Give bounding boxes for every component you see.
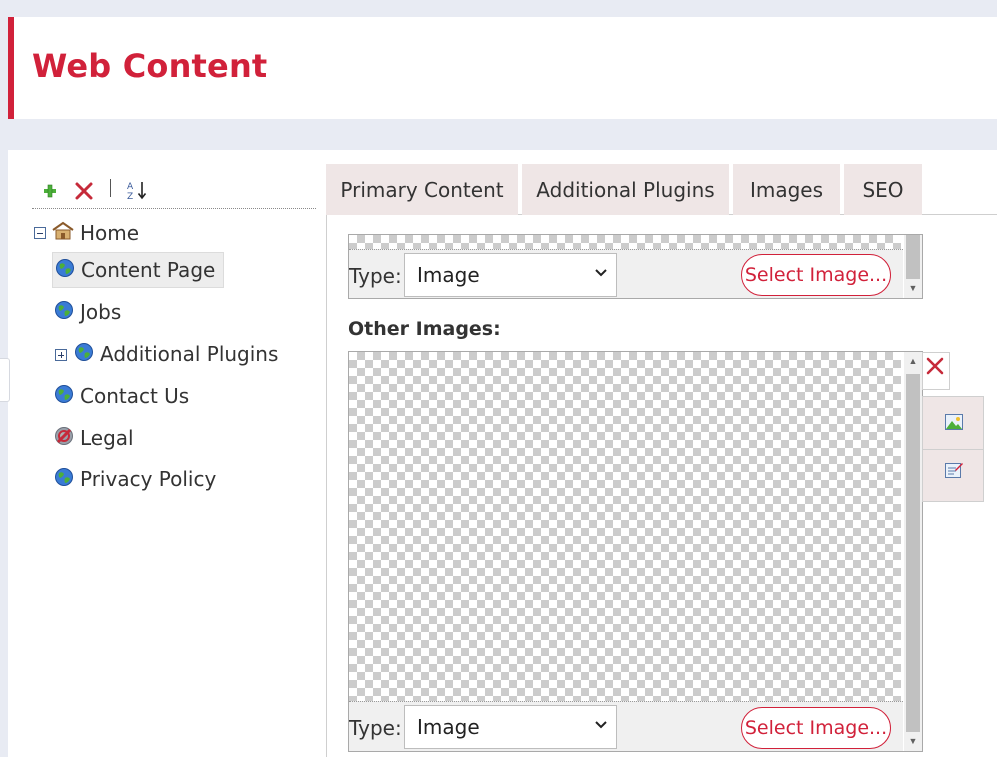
type-label: Type: (349, 716, 402, 740)
tab-additional-plugins[interactable]: Additional Plugins (522, 164, 729, 215)
tree-node-legal[interactable]: Legal (54, 421, 134, 455)
page-header: Web Content (8, 17, 997, 119)
tree-node-jobs[interactable]: Jobs (54, 295, 121, 329)
scroll-up-arrow-icon[interactable]: ▲ (904, 356, 922, 366)
other-images-scrollbar[interactable]: ▲ ▼ (904, 352, 922, 751)
chevron-down-icon (594, 266, 608, 284)
tree-toolbar: A Z (32, 175, 316, 209)
scroll-down-arrow-icon[interactable]: ▼ (904, 736, 922, 746)
tree-node-content-page[interactable]: Content Page (52, 252, 225, 288)
globe-icon (55, 258, 75, 283)
tree-node-additional-plugins[interactable]: Additional Plugins (74, 337, 278, 371)
other-images-preview (349, 352, 901, 701)
globe-icon (54, 384, 74, 409)
globe-icon (54, 467, 74, 492)
tree-node-label: Legal (80, 426, 134, 450)
image-icon[interactable] (944, 412, 964, 432)
tree-node-privacy-policy[interactable]: Privacy Policy (54, 462, 216, 496)
tab-seo[interactable]: SEO (844, 164, 922, 215)
tree-node-label: Privacy Policy (80, 467, 217, 491)
globe-disabled-icon (54, 426, 74, 451)
tree-node-label: Additional Plugins (100, 342, 279, 366)
tree-node-label: Jobs (80, 300, 122, 324)
sort-glyph-a: A (127, 182, 134, 192)
delete-image-button[interactable] (922, 352, 950, 390)
scrollbar-thumb[interactable] (906, 374, 920, 732)
tab-images[interactable]: Images (733, 164, 840, 215)
tree-node-home[interactable]: Home (52, 216, 139, 250)
edit-icon[interactable] (944, 460, 964, 480)
scroll-down-arrow-icon[interactable]: ▼ (904, 283, 922, 293)
primary-image-footer: Type: Image Select Image... (349, 249, 903, 298)
globe-icon (74, 342, 94, 367)
chevron-down-icon (594, 718, 608, 736)
close-icon[interactable] (74, 179, 94, 201)
tree-collapse-home[interactable] (34, 227, 46, 239)
type-select-value: Image (417, 263, 480, 287)
toolbar-separator (110, 179, 111, 197)
tree-node-label: Contact Us (80, 384, 190, 408)
tree-node-label: Content Page (81, 258, 216, 282)
primary-image-panel: Type: Image Select Image... ▼ (348, 234, 923, 299)
globe-icon (54, 300, 74, 325)
image-side-tools (922, 396, 984, 502)
side-tools-divider (923, 449, 983, 450)
plus-icon[interactable] (40, 179, 60, 201)
other-images-footer: Type: Image Select Image... (349, 701, 903, 751)
tree-node-label: Home (80, 221, 140, 245)
other-images-label: Other Images: (348, 318, 501, 340)
primary-image-type-select[interactable]: Image (404, 253, 617, 297)
sidebar-toggle-handle[interactable] (0, 358, 10, 402)
primary-image-preview (349, 235, 901, 249)
other-images-panel: Type: Image Select Image... ▲ ▼ (348, 351, 923, 752)
sort-az-icon[interactable]: A Z (126, 179, 150, 202)
sort-glyph-z: Z (127, 192, 133, 201)
type-select-value: Image (417, 715, 480, 739)
page-title: Web Content (32, 47, 268, 85)
primary-select-image-button[interactable]: Select Image... (741, 254, 891, 296)
tree-node-contact-us[interactable]: Contact Us (54, 379, 189, 413)
other-images-type-select[interactable]: Image (404, 705, 617, 749)
scrollbar-thumb[interactable] (906, 235, 920, 279)
home-icon (52, 221, 74, 246)
content-divider (326, 215, 327, 757)
tree-expand-additional-plugins[interactable] (55, 349, 67, 361)
type-label: Type: (349, 264, 402, 288)
primary-image-scrollbar[interactable]: ▼ (904, 235, 922, 298)
tab-primary-content[interactable]: Primary Content (326, 164, 518, 215)
other-select-image-button[interactable]: Select Image... (741, 707, 891, 749)
